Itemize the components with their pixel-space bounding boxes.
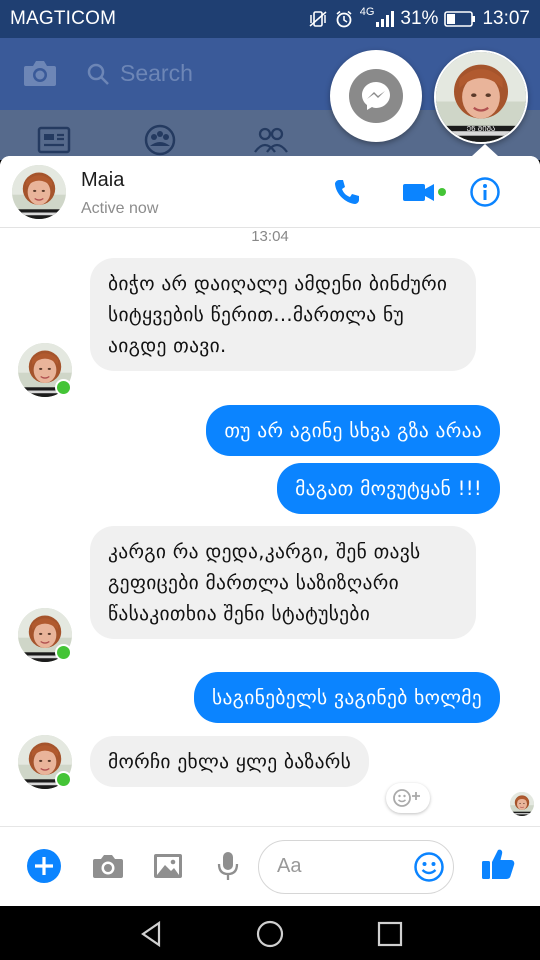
message-list[interactable]: 13:04 ბიჭო არ დაიღალე ამდენი ბინძური სიტ… (0, 228, 540, 826)
search-icon (87, 63, 109, 85)
voice-button[interactable] (210, 848, 246, 884)
recent-apps-icon[interactable] (375, 919, 405, 949)
contact-name[interactable]: Maia (81, 169, 124, 192)
like-button[interactable] (478, 844, 518, 884)
battery-percent: 31% (400, 8, 439, 29)
chat-head-pointer (472, 144, 498, 156)
info-icon (470, 177, 500, 207)
messenger-chat-head[interactable] (330, 50, 422, 142)
video-camera-icon (403, 184, 446, 201)
camera-icon (93, 855, 123, 878)
search-bar[interactable]: Search (86, 60, 193, 87)
emoji-icon[interactable] (413, 851, 445, 883)
message-input[interactable]: Aa (258, 840, 454, 894)
microphone-icon (217, 852, 239, 880)
vibrate-icon (309, 11, 327, 27)
messenger-icon (349, 69, 403, 123)
friends-icon[interactable] (252, 124, 288, 156)
contact-avatar[interactable] (12, 165, 66, 219)
thumbs-up-icon (482, 849, 515, 879)
more-actions-button[interactable] (26, 848, 62, 884)
alarm-icon (336, 10, 352, 28)
incoming-message[interactable]: მორჩი ეხლა ყლე ბაზარს (90, 736, 370, 787)
groups-icon[interactable] (142, 124, 178, 156)
signal-icon (376, 11, 395, 27)
chat-head-badge: ᲔᲜ ᲛᲘᲨᲐ (466, 125, 496, 133)
camera-button[interactable] (90, 848, 126, 884)
gallery-button[interactable] (150, 848, 186, 884)
message-input-placeholder: Aa (277, 855, 302, 877)
call-button[interactable] (330, 176, 364, 208)
message-composer: Aa (0, 826, 540, 906)
active-status-dot (55, 771, 72, 788)
smiley-plus-icon (393, 789, 420, 807)
status-bar: MAGTICOM 4G 31% 13:07 (0, 0, 540, 38)
active-status-dot (55, 644, 72, 661)
android-navigation-bar (0, 906, 540, 960)
phone-icon (335, 180, 359, 204)
info-button[interactable] (468, 176, 502, 208)
incoming-message[interactable]: ბიჭო არ დაიღალე ამდენი ბინძური სიტყვების… (90, 258, 476, 371)
image-icon (154, 854, 182, 878)
video-call-button[interactable] (402, 176, 448, 208)
incoming-message[interactable]: კარგი რა დედა,კარგი, შენ თავს გეფიცები მ… (90, 526, 476, 639)
seen-avatar (510, 792, 534, 816)
back-icon[interactable] (137, 919, 167, 949)
contact-chat-head[interactable]: ᲔᲜ ᲛᲘᲨᲐ (434, 50, 528, 144)
network-type: 4G (359, 6, 375, 18)
add-reaction-button[interactable] (386, 783, 430, 813)
outgoing-message[interactable]: მაგათ მოვუტყან !!! (277, 463, 500, 514)
message-timestamp: 13:04 (251, 228, 289, 245)
home-icon[interactable] (255, 919, 285, 949)
battery-icon (444, 11, 476, 27)
news-feed-icon[interactable] (36, 124, 72, 156)
contact-status: Active now (81, 200, 159, 217)
outgoing-message[interactable]: საგინებელს ვაგინებ ხოლმე (193, 672, 500, 723)
search-placeholder: Search (120, 60, 193, 86)
clock: 13:07 (482, 8, 530, 29)
chat-panel: Maia Active now 13:04 ბიჭო არ დაიღალე ამ… (0, 156, 540, 906)
outgoing-message[interactable]: თუ არ აგინე სხვა გზა არაა (206, 405, 500, 456)
active-status-dot (55, 379, 72, 396)
camera-icon[interactable] (22, 58, 58, 88)
plus-icon (27, 849, 61, 883)
carrier-name: MAGTICOM (10, 8, 117, 29)
chat-header: Maia Active now (0, 156, 540, 228)
status-icons: 4G 31% 13:07 (308, 6, 530, 30)
